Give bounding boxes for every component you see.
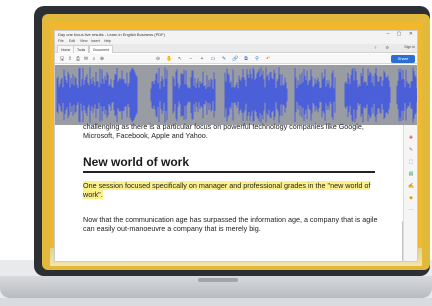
print-icon[interactable]: ⎙ bbox=[75, 56, 81, 62]
attach-icon[interactable]: ⧉ bbox=[243, 56, 249, 62]
zoom-out-icon[interactable]: − bbox=[188, 56, 194, 62]
document-view: challenging as there is a particular foc… bbox=[55, 122, 417, 261]
waveform-graphic bbox=[56, 67, 417, 123]
window-title: Day one focus live results - Learn in En… bbox=[58, 32, 165, 37]
protect-icon[interactable]: ◆ bbox=[408, 195, 414, 201]
stamp-icon[interactable]: ⚲ bbox=[254, 56, 260, 62]
more-tools-icon[interactable]: ⋯ bbox=[408, 207, 414, 213]
sign-in-link[interactable]: Sign in bbox=[404, 45, 415, 49]
title-bar: Day one focus live results - Learn in En… bbox=[55, 31, 417, 38]
laptop-base bbox=[0, 276, 432, 298]
heading-rule bbox=[83, 171, 375, 173]
paragraph-cut: challenging as there is a particular foc… bbox=[83, 122, 364, 140]
app-window: Day one focus live results - Learn in En… bbox=[54, 30, 418, 262]
highlighted-paragraph: One session focused specifically on mana… bbox=[83, 181, 383, 199]
zoom-in-icon[interactable]: + bbox=[199, 56, 205, 62]
tab-document[interactable]: Document bbox=[89, 45, 113, 53]
trackpad-notch bbox=[198, 278, 238, 282]
comment-icon[interactable]: ▭ bbox=[210, 56, 216, 62]
hand-icon[interactable]: ✋ bbox=[166, 56, 172, 62]
cursor-icon[interactable]: ↖ bbox=[177, 56, 183, 62]
down-icon[interactable]: ⊖ bbox=[155, 56, 161, 62]
tools-side-panel: ✚ ✎ ⬚ ▤ ✍ ◆ ⋯ bbox=[403, 125, 417, 261]
link-icon[interactable]: 🔗 bbox=[232, 56, 238, 62]
edit-side-icon[interactable]: ✎ bbox=[408, 147, 414, 153]
tab-tools[interactable]: Tools bbox=[73, 45, 90, 53]
save-icon[interactable]: 🖫 bbox=[59, 56, 65, 62]
undo-icon[interactable]: ↶ bbox=[265, 56, 271, 62]
organize-side-icon[interactable]: ▤ bbox=[408, 171, 414, 177]
pen-icon[interactable]: ✎ bbox=[221, 56, 227, 62]
window-controls[interactable]: – ▢ ✕ bbox=[387, 31, 416, 38]
tab-bar: Home Tools Document ? ⚙ Sign in bbox=[55, 44, 417, 53]
share-button[interactable]: Share bbox=[391, 55, 415, 63]
up-icon[interactable]: ⊕ bbox=[99, 56, 105, 62]
paragraph: Now that the communication age has surpa… bbox=[83, 215, 378, 233]
fill-sign-icon[interactable]: ✍ bbox=[408, 183, 414, 189]
comment-side-icon[interactable]: ✚ bbox=[408, 135, 414, 141]
section-heading: New world of work bbox=[83, 155, 190, 169]
search-icon[interactable]: ⌕ bbox=[91, 56, 97, 62]
upload-icon[interactable]: ⇪ bbox=[67, 56, 73, 62]
toolbar: Share 🖫 ⇪ ⎙ ✉ ⌕ ⊕ ⊖ ✋ ↖ − + ▭ ✎ 🔗 ⧉ ⚲ ↶ bbox=[55, 54, 417, 64]
help-settings-icons[interactable]: ? ⚙ bbox=[374, 45, 393, 50]
base-shadow bbox=[0, 298, 432, 306]
tab-home[interactable]: Home bbox=[57, 45, 75, 53]
document-page: challenging as there is a particular foc… bbox=[67, 122, 389, 261]
audio-waveform bbox=[55, 65, 417, 125]
mail-icon[interactable]: ✉ bbox=[83, 56, 89, 62]
highlight-text[interactable]: One session focused specifically on mana… bbox=[83, 181, 371, 199]
export-side-icon[interactable]: ⬚ bbox=[408, 159, 414, 165]
